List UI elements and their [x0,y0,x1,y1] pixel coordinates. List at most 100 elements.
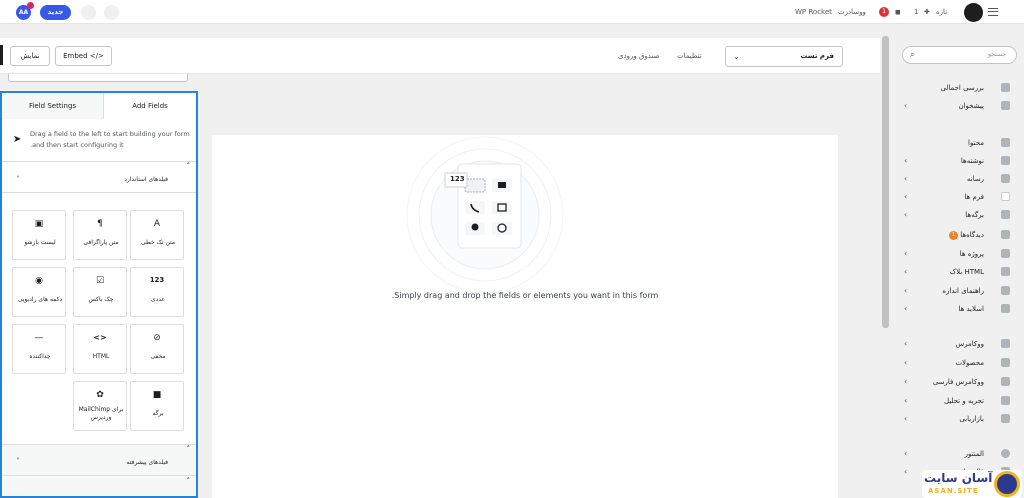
tab-add-fields[interactable]: Add Fields [104,93,196,119]
sidebar-item-label: رسانه [966,175,984,183]
notification-badge[interactable]: 1 [879,7,889,17]
embed-button[interactable]: Embed </> [55,46,112,66]
page-scrollbar[interactable] [881,24,890,498]
empty-canvas-message: .Simply drag and drop the fields or elem… [391,291,659,300]
collapse-icon[interactable]: ˄ [187,162,191,170]
section-standard-header[interactable]: ˄ ˄ فیلدهای استاندارد [2,161,196,193]
scrollbar-thumb[interactable] [882,36,889,328]
toolbar-edge-button[interactable] [0,45,3,65]
sidebar-item-label: دیدگاه‌ها [960,231,984,239]
site-name-link[interactable]: ووسادرت [838,0,866,24]
sidebar-item-size-guide[interactable]: ‹ راهنمای اندازه [900,282,1010,300]
panel-top-box [8,74,188,82]
sidebar-item-elementor[interactable]: ‹ المنتور [900,445,1010,463]
sidebar-item-content[interactable]: محتوا [900,134,1010,152]
sidebar-item-comments[interactable]: 1 دیدگاه‌ها [900,226,1010,244]
cursor-icon: ➤ [13,134,22,145]
sidebar-search-input[interactable]: ⌕ جستجو [902,46,1017,64]
field-dropdown[interactable]: ▣ لیست بازشو [12,210,66,260]
sidebar-item-label: بلاک HTML [949,268,984,276]
field-paragraph-text[interactable]: ¶ متن پاراگرافی [73,210,127,260]
sidebar-item-label: نوشته‌ها [960,157,984,165]
size-guide-icon [1001,286,1010,295]
form-selector[interactable]: ⌄ فرم تست [725,46,843,67]
collapse-icon[interactable]: ˄ [187,477,191,485]
woocommerce-persian-icon [1001,377,1010,386]
comments-icon[interactable]: ◼ [895,0,901,24]
chevron-left-icon: ‹ [904,339,908,348]
settings-link[interactable]: تنظیمات [677,44,702,68]
sidebar-item-forms[interactable]: ‹ فرم ها [900,188,1010,206]
search-icon[interactable] [104,5,119,20]
chevron-left-icon: ‹ [904,396,908,405]
search-placeholder: جستجو [988,51,1006,58]
tab-field-settings[interactable]: Field Settings [2,93,104,119]
new-button[interactable]: جدید [40,5,71,20]
form-canvas[interactable]: 123 .Simply drag and drop the fields or … [212,135,838,498]
link-icon[interactable] [81,5,96,20]
sidebar-item-projects[interactable]: ‹ پروژه ها [900,245,1010,263]
wp-rocket-menu[interactable]: WP Rocket [795,0,832,24]
section-advanced-header[interactable]: ˄ ˅ فیلدهای پیشرفته [2,444,196,476]
grid-icon [1001,83,1010,92]
field-radio-buttons[interactable]: ◉ دکمه های رادیویی [12,267,66,317]
code-icon: <> [93,333,107,342]
document-icon: ■ [152,390,162,400]
sidebar-item-dashboard[interactable]: ‹ پیشخوان [900,97,1010,115]
field-html[interactable]: <> HTML [73,324,127,374]
sidebar-item-overview[interactable]: بررسی اجمالی [900,79,1010,97]
chevron-down-icon: ˅ [16,457,20,466]
sidebar-item-products[interactable]: ‹ محصولات [900,354,1010,372]
field-page-break[interactable]: ■ برگه [130,381,184,431]
field-label: متن پاراگرافی [83,239,119,246]
chevron-left-icon: ‹ [904,414,908,423]
wordpress-logo-icon[interactable] [964,3,983,22]
field-single-line-text[interactable]: A متن تک خطی [130,210,184,260]
sidebar-item-woocommerce[interactable]: ‹ ووکامرس [900,335,1010,353]
chevron-left-icon: ‹ [904,174,908,183]
chevron-left-icon: ‹ [904,377,908,386]
woocommerce-icon [1001,339,1010,348]
sidebar-item-pages[interactable]: ‹ برگه‌ها [900,206,1010,224]
sidebar-item-html-block[interactable]: ‹ بلاک HTML [900,263,1010,281]
divider-icon: — [34,333,44,343]
inbox-link[interactable]: صندوق ورودی [618,44,660,68]
field-label: MailChimp برای وردپرس [78,406,124,421]
section-next-header[interactable]: ˄ [2,477,196,496]
field-mailchimp[interactable]: ✿ MailChimp برای وردپرس [73,381,127,431]
chevron-left-icon: ‹ [904,101,908,110]
products-icon [1001,358,1010,367]
field-checkbox[interactable]: ☑ چک باکس [73,267,127,317]
sidebar-item-marketing[interactable]: ‹ بازاریابی [900,410,1010,428]
preview-button[interactable]: نمایش [10,46,50,66]
sidebar-item-analytics[interactable]: ‹ تجربه و تحلیل [900,392,1010,410]
projects-icon [1001,249,1010,258]
chevron-left-icon: ‹ [904,210,908,219]
comment-count: 1 [914,8,919,16]
posts-icon [1001,156,1010,165]
plus-icon[interactable]: ✚ [924,0,930,24]
paragraph-icon: ¶ [97,219,103,229]
collapse-icon[interactable]: ˄ [187,445,191,453]
sidebar-item-label: پیشخوان [958,102,984,110]
illustration-number-badge: 123 [450,175,465,183]
chevron-left-icon: ‹ [904,156,908,165]
logo-text-fa: آسان سایت [924,471,993,485]
new-content-link[interactable]: تازه [936,0,947,24]
pages-icon [1001,210,1010,219]
field-label: HTML [92,353,110,360]
sidebar-item-woocommerce-persian[interactable]: ‹ ووکامرس فارسی [900,373,1010,391]
sidebar-item-label: برگه‌ها [965,211,984,219]
sidebar-item-label: راهنمای اندازه [942,287,984,295]
chevron-down-icon: ⌄ [733,52,740,61]
menu-toggle-icon[interactable] [988,8,998,16]
sidebar-item-slides[interactable]: ‹ اسلاید ها [900,300,1010,318]
chevron-left-icon: ‹ [904,358,908,367]
field-number[interactable]: 123 عددی [130,267,184,317]
sidebar-item-posts[interactable]: ‹ نوشته‌ها [900,152,1010,170]
field-divider[interactable]: — جداکننده [12,324,66,374]
field-hidden[interactable]: ⊘ مخفی [130,324,184,374]
field-label: متن تک خطی [140,239,176,246]
sidebar-item-media[interactable]: ‹ رسانه [900,170,1010,188]
checkbox-icon: ☑ [95,276,105,286]
